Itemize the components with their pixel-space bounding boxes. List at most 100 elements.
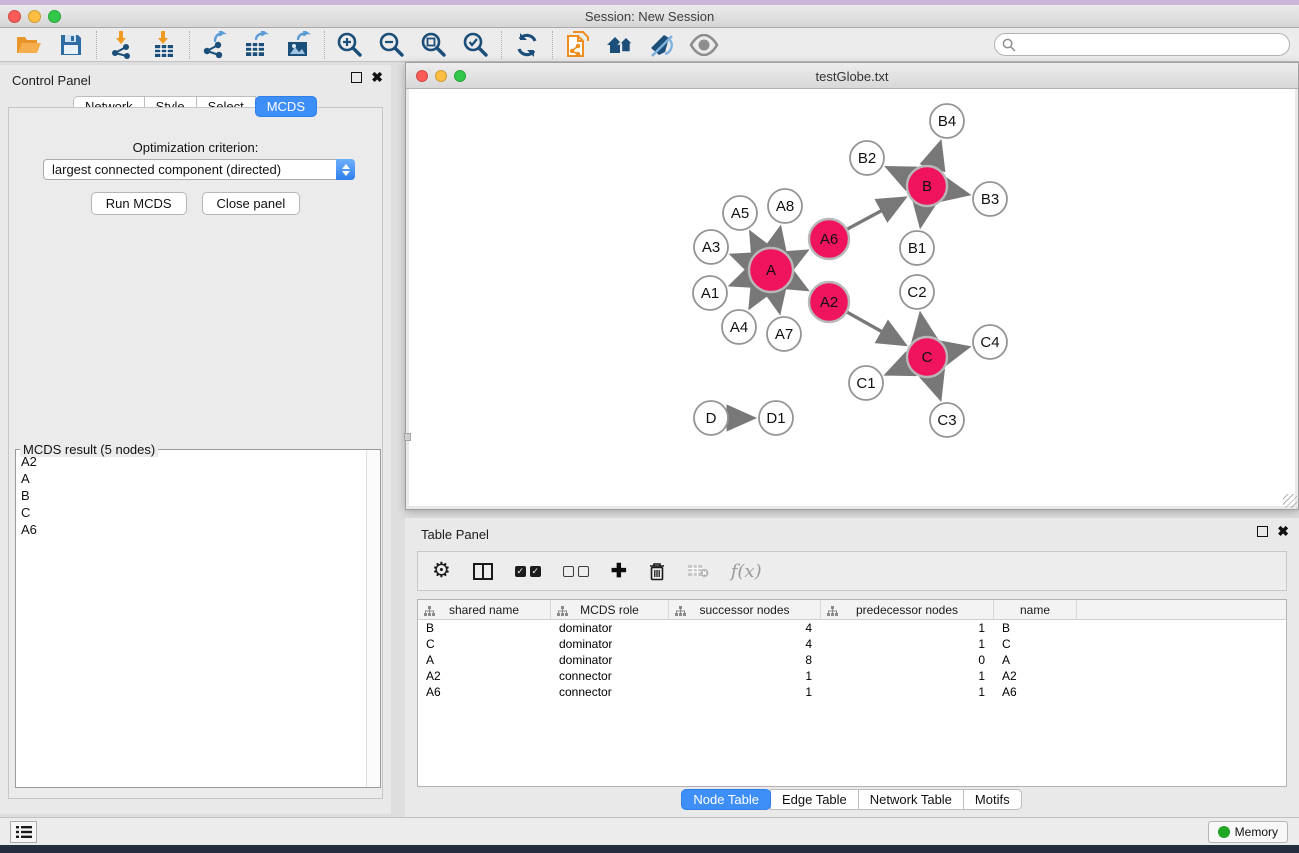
tab-mcds[interactable]: MCDS [255,96,317,117]
search-field[interactable] [994,33,1290,56]
network-canvas[interactable]: B4 B2 B B3 A8 A5 A6 B1 A3 A A1 C2 A2 A4 A7 C4 C C1 C3 D D1 [409,89,1295,506]
window-edge-grip[interactable] [404,433,411,441]
svg-text:A4: A4 [730,319,748,336]
graph-node-B3[interactable]: B3 [973,182,1007,216]
graph-node-A7[interactable]: A7 [767,317,801,351]
window-resize-grip[interactable] [1283,494,1297,508]
column-header-predecessor-nodes[interactable]: predecessor nodes [821,600,994,619]
table-row[interactable]: Cdominator41C [418,636,1286,652]
graph-node-B[interactable]: B [907,166,947,206]
table-row[interactable]: A6connector11A6 [418,684,1286,700]
graph-node-D[interactable]: D [694,401,728,435]
column-header-successor-nodes[interactable]: successor nodes [669,600,821,619]
show-all-icon[interactable] [687,30,721,60]
new-network-icon[interactable] [561,30,595,60]
export-table-icon[interactable] [240,30,274,60]
graph-edge-A6-B[interactable] [845,199,903,230]
unselect-all-columns-icon[interactable] [563,566,589,577]
save-session-icon[interactable] [54,30,88,60]
hierarchy-icon [675,605,686,619]
first-neighbors-icon[interactable] [603,30,637,60]
main-titlebar: Session: New Session [0,5,1299,28]
export-image-icon[interactable] [282,30,316,60]
list-icon [16,825,32,839]
tab-network-table[interactable]: Network Table [858,789,964,810]
split-view-icon[interactable] [473,563,493,580]
result-item[interactable]: B [17,487,365,504]
task-history-button[interactable] [10,821,37,843]
close-table-panel-icon[interactable]: ✖ [1277,526,1289,537]
graph-edge-B-B2[interactable] [890,169,911,179]
cell-name: C [994,637,1077,651]
open-session-icon[interactable] [12,30,46,60]
table-row[interactable]: Adominator80A [418,652,1286,668]
result-scrollbar[interactable] [366,450,380,787]
table-row[interactable]: Bdominator41B [418,620,1286,636]
graph-node-B1[interactable]: B1 [900,231,934,265]
float-panel-icon[interactable] [351,72,362,83]
graph-edge-A2-C[interactable] [845,311,903,343]
run-mcds-button[interactable]: Run MCDS [91,192,187,215]
graph-node-A4[interactable]: A4 [722,310,756,344]
graph-node-A[interactable]: A [749,248,793,292]
zoom-fit-icon[interactable] [417,30,451,60]
graph-node-D1[interactable]: D1 [759,401,793,435]
svg-text:A8: A8 [776,198,794,215]
graph-edge-B-B4[interactable] [932,145,939,169]
zoom-selected-icon[interactable] [459,30,493,60]
table-body: Bdominator41BCdominator41CAdominator80AA… [418,620,1286,700]
cell-name: A2 [994,669,1077,683]
graph-node-B2[interactable]: B2 [850,141,884,175]
graph-node-B4[interactable]: B4 [930,104,964,138]
gear-icon[interactable]: ⚙ [432,561,451,581]
graph-node-C[interactable]: C [907,337,947,377]
close-panel-button[interactable]: Close panel [202,192,301,215]
graph-edge-C-C3[interactable] [932,374,939,396]
zoom-out-icon[interactable] [375,30,409,60]
function-builder-icon[interactable]: f(x) [731,561,762,582]
graph-node-A2[interactable]: A2 [809,282,849,322]
graph-node-A3[interactable]: A3 [694,230,728,264]
hide-selected-icon[interactable] [645,30,679,60]
column-header-name[interactable]: name [994,600,1077,619]
apply-layout-icon[interactable] [510,30,544,60]
result-item[interactable]: A6 [17,521,365,538]
export-network-icon[interactable] [198,30,232,60]
create-column-icon[interactable]: ✚ [611,560,627,583]
tab-edge-table[interactable]: Edge Table [770,789,859,810]
cell-shared-name: C [418,637,551,651]
graph-node-C1[interactable]: C1 [849,366,883,400]
cell-name: A [994,653,1077,667]
column-header-shared-name[interactable]: shared name [418,600,551,619]
graph-node-A8[interactable]: A8 [768,189,802,223]
memory-button[interactable]: Memory [1208,821,1288,843]
import-table-icon[interactable] [147,30,181,60]
result-item[interactable]: A [17,470,365,487]
result-item[interactable]: C [17,504,365,521]
delete-table-icon[interactable] [687,564,709,578]
search-input[interactable] [1016,36,1289,54]
optimization-criterion-dropdown[interactable]: largest connected component (directed) [43,159,355,180]
graph-node-A1[interactable]: A1 [693,276,727,310]
select-all-columns-icon[interactable]: ✓✓ [515,566,541,577]
tab-node-table[interactable]: Node Table [681,789,771,810]
float-table-panel-icon[interactable] [1257,526,1268,537]
graph-node-C3[interactable]: C3 [930,403,964,437]
graph-node-C2[interactable]: C2 [900,275,934,309]
graph-edge-C-C1[interactable] [889,364,910,373]
table-row[interactable]: A2connector11A2 [418,668,1286,684]
delete-column-icon[interactable] [649,562,665,581]
tab-motifs[interactable]: Motifs [963,789,1022,810]
dropdown-stepper-icon [336,159,355,180]
graph-node-A6[interactable]: A6 [809,219,849,259]
graph-node-C4[interactable]: C4 [973,325,1007,359]
result-item[interactable]: A2 [17,453,365,470]
graph-edge-C-C4[interactable] [945,348,966,353]
zoom-in-icon[interactable] [333,30,367,60]
graph-edge-C-C2[interactable] [921,317,924,340]
import-network-icon[interactable] [105,30,139,60]
graph-node-A5[interactable]: A5 [723,196,757,230]
close-panel-icon[interactable]: ✖ [371,72,383,83]
desktop-strip-bottom [0,845,1299,853]
column-header-MCDS-role[interactable]: MCDS role [551,600,669,619]
